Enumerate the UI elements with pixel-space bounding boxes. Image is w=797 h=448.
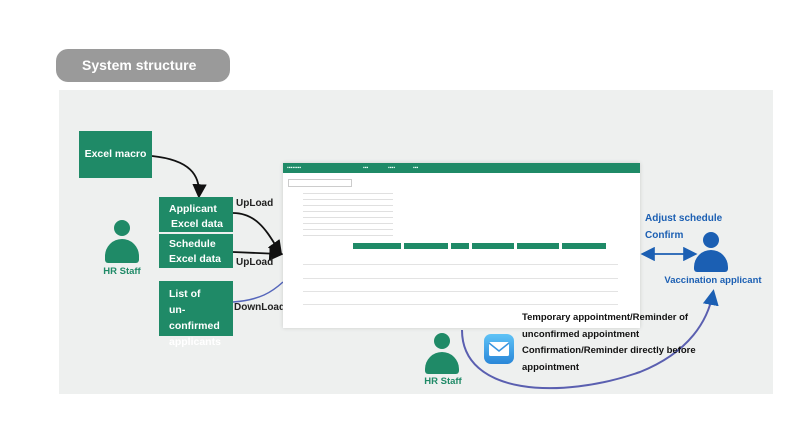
screenshot-select xyxy=(288,179,352,187)
schedule-line-2: Excel data xyxy=(169,253,221,265)
vaccination-applicant-label: Vaccination applicant xyxy=(664,275,762,286)
hr-staff-bottom-label: HR Staff xyxy=(424,376,462,387)
download-label: DownLoad xyxy=(234,302,286,313)
system-screenshot: ▪▪▪▪▪▪▪▪ ▪▪▪ ▪▪▪▪ ▪▪▪ xyxy=(283,163,640,328)
adjust-schedule-label: Adjust schedule xyxy=(645,213,723,224)
unconfirmed-line-1: List of xyxy=(169,288,201,300)
notification-line-3: Confirmation/Reminder directly before xyxy=(522,345,696,356)
mail-icon xyxy=(484,334,514,364)
applicant-line-1: Applicant xyxy=(169,203,217,215)
unconfirmed-line-3: applicants xyxy=(169,336,221,348)
macro-arrow xyxy=(151,155,207,199)
unconfirmed-list-box: List of un-confirmed applicants xyxy=(159,281,233,348)
notification-line-2: unconfirmed appointment xyxy=(522,328,640,340)
upload-arrow-2 xyxy=(232,246,284,261)
confirm-label: Confirm xyxy=(645,230,684,241)
notification-line-4: appointment xyxy=(522,361,579,373)
hr-staff-left-label: HR Staff xyxy=(103,266,141,277)
notification-description: Temporary appointment/Reminder of unconf… xyxy=(522,310,696,376)
person-icon xyxy=(692,232,730,272)
excel-macro-label: Excel macro xyxy=(84,148,147,160)
notification-line-1: Temporary appointment/Reminder of xyxy=(522,312,689,323)
schedule-line-1: Schedule xyxy=(169,238,216,250)
applicant-data-box: Applicant Excel data xyxy=(159,197,233,232)
schedule-data-box: Schedule Excel data xyxy=(159,234,233,268)
unconfirmed-line-2: un-confirmed xyxy=(169,304,220,332)
screenshot-header-bar: ▪▪▪▪▪▪▪▪ ▪▪▪ ▪▪▪▪ ▪▪▪ xyxy=(283,163,640,173)
upload-label-2: UpLoad xyxy=(236,257,274,268)
download-line xyxy=(232,281,284,303)
excel-macro-box: Excel macro xyxy=(79,131,152,178)
person-icon xyxy=(423,333,461,375)
person-icon xyxy=(104,220,140,264)
upload-arrow-1 xyxy=(232,212,283,255)
applicant-line-2: Excel data xyxy=(171,218,223,230)
upload-label-1: UpLoad xyxy=(236,198,274,209)
